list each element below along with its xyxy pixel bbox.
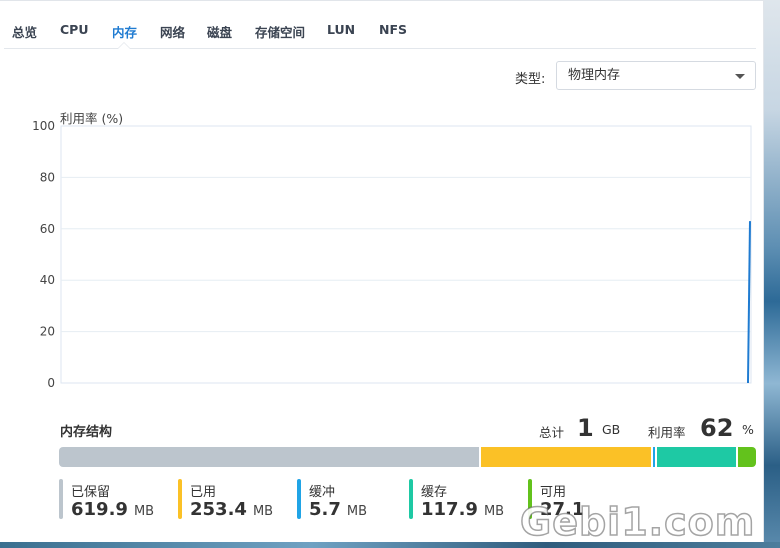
y-tick-label: 40 xyxy=(40,273,55,287)
usage-label: 利用率 xyxy=(648,425,686,440)
legend-value: 619.9 MB xyxy=(71,499,155,520)
watermark-logo: Gebi1.com xyxy=(519,499,756,545)
memory-composition-bar xyxy=(59,447,756,467)
usage-value: 62 xyxy=(700,414,734,442)
legend-swatch xyxy=(59,479,63,519)
legend-label: 可用 xyxy=(540,485,567,500)
legend-value: 253.4 MB xyxy=(190,499,274,520)
legend-label: 缓存 xyxy=(421,485,448,500)
total-label: 总计 xyxy=(539,425,565,440)
total-unit: GB xyxy=(602,422,621,437)
y-tick-label: 20 xyxy=(40,325,55,339)
memory-bar-segment xyxy=(480,447,654,467)
legend-label: 已保留 xyxy=(71,485,111,500)
legend-value: 117.9 MB xyxy=(421,499,505,520)
chart-plot-area xyxy=(60,125,752,384)
memory-structure-title: 内存结构 xyxy=(60,425,113,440)
y-tick-label: 80 xyxy=(40,170,55,184)
y-tick-label: 100 xyxy=(32,119,55,133)
chart-y-ticks: 0 20 40 60 80 100 xyxy=(32,119,55,390)
usage-unit: % xyxy=(742,422,754,437)
legend-swatch xyxy=(178,479,182,519)
legend-label: 已用 xyxy=(190,485,217,500)
legend-swatch xyxy=(409,479,413,519)
resource-monitor-window: 总览 CPU 内存 网络 磁盘 存储空间 LUN NFS 类型: 物理内存 利用… xyxy=(0,0,764,542)
y-tick-label: 0 xyxy=(47,376,55,390)
memory-bar-segment xyxy=(657,447,738,467)
desktop-wallpaper xyxy=(764,0,780,548)
memory-bar-segment xyxy=(59,447,481,467)
memory-bar-segment xyxy=(737,447,756,467)
legend-swatch xyxy=(297,479,301,519)
total-value: 1 xyxy=(577,414,594,442)
legend-label: 缓冲 xyxy=(309,485,336,500)
y-tick-label: 60 xyxy=(40,222,55,236)
legend-value: 5.7 MB xyxy=(309,499,368,520)
memory-usage-chart: 0 20 40 60 80 100 xyxy=(32,119,752,390)
